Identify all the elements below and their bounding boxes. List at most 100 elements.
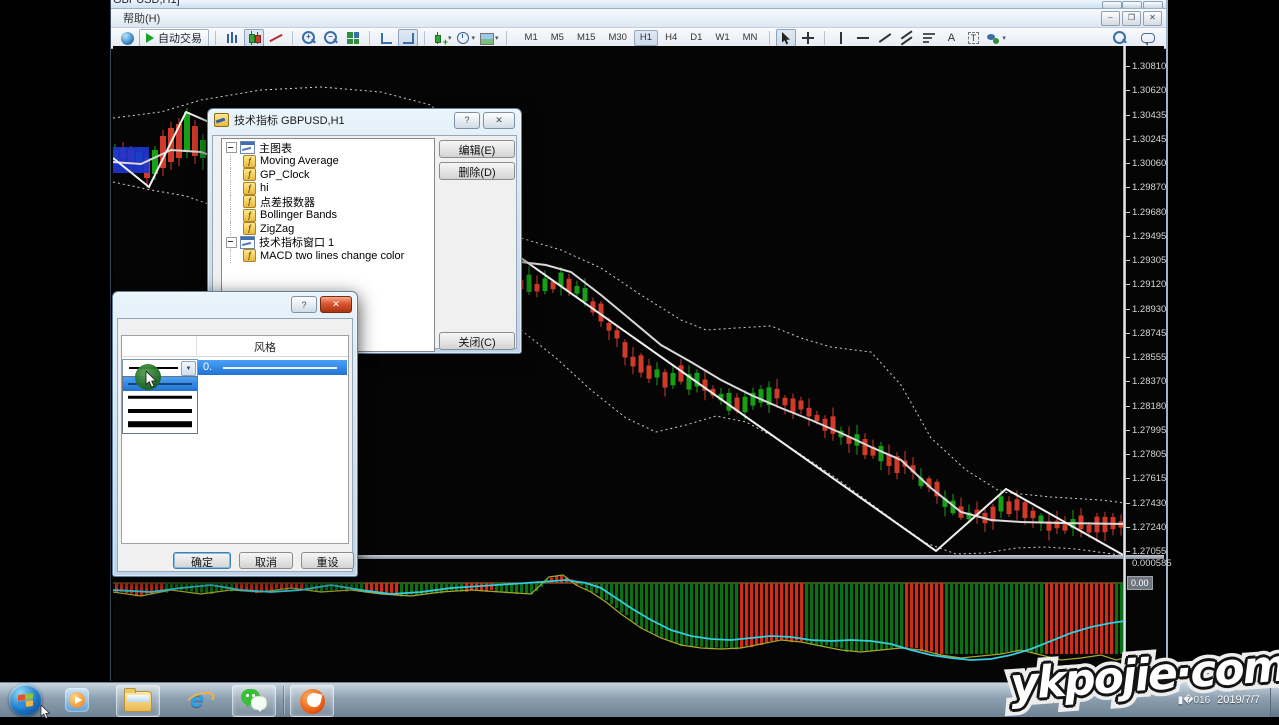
vertical-line-tool-icon[interactable] <box>831 29 851 47</box>
text-label-tool-icon[interactable]: T <box>963 29 983 47</box>
line-width-option-2[interactable] <box>123 391 197 405</box>
tree-group-row[interactable]: 主图表 <box>222 141 434 155</box>
ok-button[interactable]: 确定 <box>173 552 231 569</box>
window-restore-button[interactable] <box>1122 1 1142 9</box>
tile-windows-icon[interactable] <box>343 29 363 47</box>
price-axis-label: 1.27615 <box>1132 473 1166 484</box>
line-chart-icon[interactable] <box>266 29 286 47</box>
taskbar-divider <box>283 686 284 714</box>
shapes-tool-icon[interactable]: ▾ <box>985 29 1007 47</box>
new-chart-icon[interactable]: +▾ <box>431 29 453 47</box>
style-help-button[interactable]: ? <box>291 296 317 313</box>
tree-indicator-row[interactable]: ƒBollinger Bands <box>222 209 434 223</box>
tree-expander-icon[interactable] <box>226 142 237 153</box>
auto-arrange-icon[interactable] <box>376 29 396 47</box>
chart-minimize-button[interactable]: – <box>1101 11 1120 26</box>
autotrade-play-icon <box>146 33 154 43</box>
tree-indicator-row[interactable]: ƒMACD two lines change color <box>222 249 434 263</box>
timeframe-m1[interactable]: M1 <box>519 30 544 46</box>
timeframe-h4[interactable]: H4 <box>659 30 683 46</box>
line-width-option-4[interactable] <box>123 418 197 432</box>
media-player-icon <box>65 688 89 712</box>
channel-tool-icon[interactable] <box>897 29 917 47</box>
taskbar-wechat[interactable] <box>232 685 276 717</box>
selected-level-row[interactable]: 0. <box>197 360 347 375</box>
candlestick-chart-icon[interactable] <box>244 29 264 47</box>
internet-explorer-icon: e <box>190 686 203 714</box>
reset-button[interactable]: 重设 <box>301 552 354 569</box>
taskbar-media-player[interactable] <box>56 685 98 715</box>
indicators-help-button[interactable]: ? <box>454 112 480 129</box>
style-column-header: 风格 <box>254 339 276 355</box>
trendline-tool-icon[interactable] <box>875 29 895 47</box>
timeframe-w1[interactable]: W1 <box>709 30 735 46</box>
chart-window-icon <box>240 141 255 154</box>
tree-indicator-label: Moving Average <box>260 155 339 167</box>
price-axis-label: 1.29495 <box>1132 231 1166 242</box>
timeframe-m15[interactable]: M15 <box>571 30 601 46</box>
price-axis-label: 1.29305 <box>1132 255 1166 266</box>
line-width-dropdown[interactable] <box>122 376 198 434</box>
taskbar-phoenix-app[interactable] <box>290 685 334 717</box>
timeframe-group: M1M5M15M30H1H4D1W1MN <box>519 30 764 46</box>
style-close-button[interactable]: ✕ <box>320 296 352 313</box>
search-icon[interactable] <box>1110 29 1130 47</box>
text-tool-icon[interactable]: A <box>941 29 961 47</box>
chart-shift-icon[interactable] <box>398 29 418 47</box>
indicators-close-icon[interactable]: ✕ <box>483 112 515 129</box>
line-width-option-3[interactable] <box>123 404 197 418</box>
periods-menu-icon[interactable]: ▾ <box>455 29 477 47</box>
community-globe-icon[interactable] <box>117 29 137 47</box>
edit-button[interactable]: 编辑(E) <box>439 140 515 158</box>
cursor-tool-icon[interactable] <box>776 29 796 47</box>
taskbar-internet-explorer[interactable]: e <box>176 685 218 715</box>
templates-icon[interactable]: ▾ <box>478 29 500 47</box>
timeframe-h1[interactable]: H1 <box>634 30 658 46</box>
style-dialog-titlebar[interactable]: ? ✕ <box>113 292 357 314</box>
tree-indicator-row[interactable]: ƒhi <box>222 182 434 196</box>
price-axis-label: 1.28745 <box>1132 328 1166 339</box>
menu-help[interactable]: 帮助(H) <box>111 10 172 26</box>
price-axis-label: 1.29120 <box>1132 279 1166 290</box>
timeframe-mn[interactable]: MN <box>737 30 764 46</box>
macd-scale-label: 0.000585 <box>1132 558 1172 569</box>
tree-expander-icon[interactable] <box>226 237 237 248</box>
timeframe-d1[interactable]: D1 <box>684 30 708 46</box>
start-button[interactable] <box>9 684 42 716</box>
chart-restore-button[interactable]: ❐ <box>1122 11 1141 26</box>
indicators-dialog-titlebar[interactable]: 技术指标 GBPUSD,H1 ? ✕ <box>208 109 521 131</box>
tree-indicator-row[interactable]: ƒ Moving Average <box>222 155 434 169</box>
tree-indicator-label: hi <box>260 182 269 194</box>
timeframe-m30[interactable]: M30 <box>602 30 632 46</box>
cancel-button[interactable]: 取消 <box>239 552 293 569</box>
chart-window-controls: – ❐ ✕ <box>1101 11 1162 26</box>
timeframe-m5[interactable]: M5 <box>545 30 570 46</box>
chat-icon[interactable] <box>1138 29 1158 47</box>
indicators-dialog-title: 技术指标 GBPUSD,H1 <box>234 112 345 128</box>
window-titlebar[interactable]: GBPUSD,H1] <box>111 0 1166 9</box>
tree-indicator-row[interactable]: ƒ点差报数器 <box>222 195 434 209</box>
tree-group-row[interactable]: 技术指标窗口 1 <box>222 236 434 250</box>
crosshair-tool-icon[interactable] <box>798 29 818 47</box>
price-axis-label: 1.28370 <box>1132 376 1166 387</box>
combobox-dropdown-icon[interactable]: ▼ <box>181 361 196 376</box>
delete-button[interactable]: 删除(D) <box>439 162 515 180</box>
horizontal-line-tool-icon[interactable] <box>853 29 873 47</box>
close-button[interactable]: 关闭(C) <box>439 332 515 350</box>
price-axis-label: 1.27805 <box>1132 449 1166 460</box>
chart-close-button[interactable]: ✕ <box>1143 11 1162 26</box>
window-minimize-button[interactable] <box>1102 1 1122 9</box>
bar-chart-icon[interactable] <box>222 29 242 47</box>
indicator-f-icon: ƒ <box>243 155 256 168</box>
price-axis-label: 1.30435 <box>1132 110 1166 121</box>
autotrade-button[interactable]: 自动交易 <box>139 29 209 47</box>
price-axis-label: 1.30245 <box>1132 134 1166 145</box>
tree-indicator-row[interactable]: ƒGP_Clock <box>222 168 434 182</box>
zoom-in-icon[interactable]: + <box>299 29 319 47</box>
window-close-button[interactable] <box>1143 1 1163 9</box>
zoom-out-icon[interactable]: – <box>321 29 341 47</box>
fibonacci-tool-icon[interactable] <box>919 29 939 47</box>
taskbar-clock-date[interactable]: 2019/7/7 <box>1217 694 1260 706</box>
taskbar-mouse-cursor <box>40 705 52 725</box>
taskbar-explorer[interactable] <box>116 685 160 717</box>
